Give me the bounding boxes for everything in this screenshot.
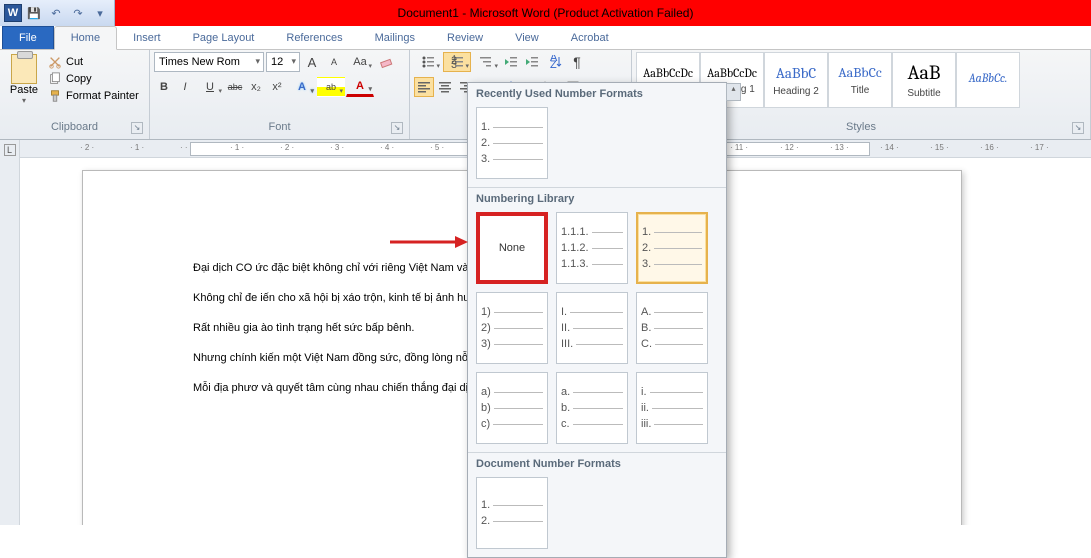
subscript-button[interactable]: x₂: [246, 77, 266, 97]
cut-button[interactable]: Cut: [46, 54, 141, 70]
tab-home[interactable]: Home: [54, 26, 117, 50]
numfmt-1paren[interactable]: 1) 2) 3): [476, 292, 548, 364]
numfmt-abc-upper[interactable]: A. B. C.: [636, 292, 708, 364]
font-name-combo[interactable]: Times New Rom: [154, 52, 264, 72]
paste-icon: [11, 54, 37, 84]
font-group-label: Font↘: [154, 121, 405, 137]
style-subtitle[interactable]: AaBSubtitle: [892, 52, 956, 108]
grow-font-button[interactable]: A: [302, 52, 322, 72]
font-size-combo[interactable]: 12: [266, 52, 300, 72]
align-center-button[interactable]: [435, 77, 455, 97]
left-gutter: L: [0, 140, 20, 525]
qat-customize[interactable]: ▾: [90, 3, 110, 23]
annotation-arrow: [390, 232, 470, 255]
underline-button[interactable]: U: [196, 77, 224, 97]
numbering-button[interactable]: 123: [443, 52, 471, 72]
title-bar: W 💾 ↶ ↷ ▾ Document1 - Microsoft Word (Pr…: [0, 0, 1091, 26]
clipboard-group-label: Clipboard↘: [4, 121, 145, 137]
strike-button[interactable]: abc: [225, 77, 245, 97]
numfmt-123[interactable]: 1. 2. 3.: [636, 212, 708, 284]
style-heading-2[interactable]: AaBbCHeading 2: [764, 52, 828, 108]
quick-access-toolbar: W 💾 ↶ ↷ ▾: [0, 0, 115, 26]
shrink-font-button[interactable]: A: [324, 52, 344, 72]
tab-insert[interactable]: Insert: [117, 27, 177, 49]
style-more[interactable]: AaBbCc.: [956, 52, 1020, 108]
cut-label: Cut: [66, 56, 83, 68]
clear-formatting-button[interactable]: [376, 52, 396, 72]
bullets-icon: [421, 55, 435, 69]
text-effects-button[interactable]: A: [288, 77, 316, 97]
tab-acrobat[interactable]: Acrobat: [555, 27, 625, 49]
svg-text:3: 3: [451, 59, 457, 69]
tab-selector[interactable]: L: [4, 144, 16, 156]
highlight-button[interactable]: ab: [317, 77, 345, 97]
svg-text:Z: Z: [550, 59, 557, 69]
superscript-button[interactable]: x²: [267, 77, 287, 97]
numbering-icon: 123: [450, 55, 464, 69]
sort-icon: AZ: [549, 55, 563, 69]
tab-mailings[interactable]: Mailings: [359, 27, 431, 49]
numfmt-none[interactable]: None: [476, 212, 548, 284]
numfmt-roman-lower[interactable]: i. ii. iii.: [636, 372, 708, 444]
window-title: Document1 - Microsoft Word (Product Acti…: [0, 6, 1091, 20]
format-painter-button[interactable]: Format Painter: [46, 88, 141, 104]
redo-button[interactable]: ↷: [68, 3, 88, 23]
eraser-icon: [379, 55, 393, 69]
dropdown-scroll-up[interactable]: [726, 83, 741, 101]
show-marks-button[interactable]: ¶: [567, 52, 587, 72]
increase-indent-button[interactable]: [522, 52, 542, 72]
format-painter-label: Format Painter: [66, 90, 139, 102]
word-icon: W: [4, 4, 22, 22]
align-left-icon: [417, 80, 431, 94]
brush-icon: [48, 89, 62, 103]
group-font: Times New Rom 12 A A Aa B I U abc x₂ x² …: [150, 50, 410, 139]
multilevel-button[interactable]: [472, 52, 500, 72]
indent-icon: [525, 55, 539, 69]
recently-used-header: Recently Used Number Formats: [468, 83, 726, 103]
ribbon-tabs: File Home Insert Page Layout References …: [0, 26, 1091, 50]
tab-references[interactable]: References: [270, 27, 358, 49]
sort-button[interactable]: AZ: [546, 52, 566, 72]
numfmt-roman-upper[interactable]: I. II. III.: [556, 292, 628, 364]
font-launcher[interactable]: ↘: [391, 122, 403, 134]
paste-label: Paste: [10, 84, 38, 96]
bullets-button[interactable]: [414, 52, 442, 72]
numfmt-doc-12[interactable]: 1. 2.: [476, 477, 548, 549]
undo-button[interactable]: ↶: [46, 3, 66, 23]
clipboard-launcher[interactable]: ↘: [131, 122, 143, 134]
style-title[interactable]: AaBbCcTitle: [828, 52, 892, 108]
align-center-icon: [438, 80, 452, 94]
tab-review[interactable]: Review: [431, 27, 499, 49]
tab-page-layout[interactable]: Page Layout: [177, 27, 271, 49]
doc-formats-header: Document Number Formats: [468, 453, 726, 473]
tab-file[interactable]: File: [2, 26, 54, 49]
italic-button[interactable]: I: [175, 77, 195, 97]
group-clipboard: Paste ▾ Cut Copy Format Painter Clipboar…: [0, 50, 150, 139]
numfmt-recent-123[interactable]: 1. 2. 3.: [476, 107, 548, 179]
copy-label: Copy: [66, 73, 92, 85]
styles-launcher[interactable]: ↘: [1072, 122, 1084, 134]
decrease-indent-button[interactable]: [501, 52, 521, 72]
cut-icon: [48, 55, 62, 69]
font-color-button[interactable]: A: [346, 77, 374, 97]
numbering-dropdown: Recently Used Number Formats 1. 2. 3. Nu…: [467, 82, 727, 558]
multilevel-icon: [479, 55, 493, 69]
tab-view[interactable]: View: [499, 27, 555, 49]
bold-button[interactable]: B: [154, 77, 174, 97]
change-case-button[interactable]: Aa: [346, 52, 374, 72]
copy-button[interactable]: Copy: [46, 71, 141, 87]
numfmt-abc-lower[interactable]: a. b. c.: [556, 372, 628, 444]
paste-button[interactable]: Paste ▾: [4, 52, 44, 105]
numfmt-aparen[interactable]: a) b) c): [476, 372, 548, 444]
numfmt-111[interactable]: 1.1.1. 1.1.2. 1.1.3.: [556, 212, 628, 284]
align-left-button[interactable]: [414, 77, 434, 97]
save-button[interactable]: 💾: [24, 3, 44, 23]
library-header: Numbering Library: [468, 188, 726, 208]
copy-icon: [48, 72, 62, 86]
outdent-icon: [504, 55, 518, 69]
